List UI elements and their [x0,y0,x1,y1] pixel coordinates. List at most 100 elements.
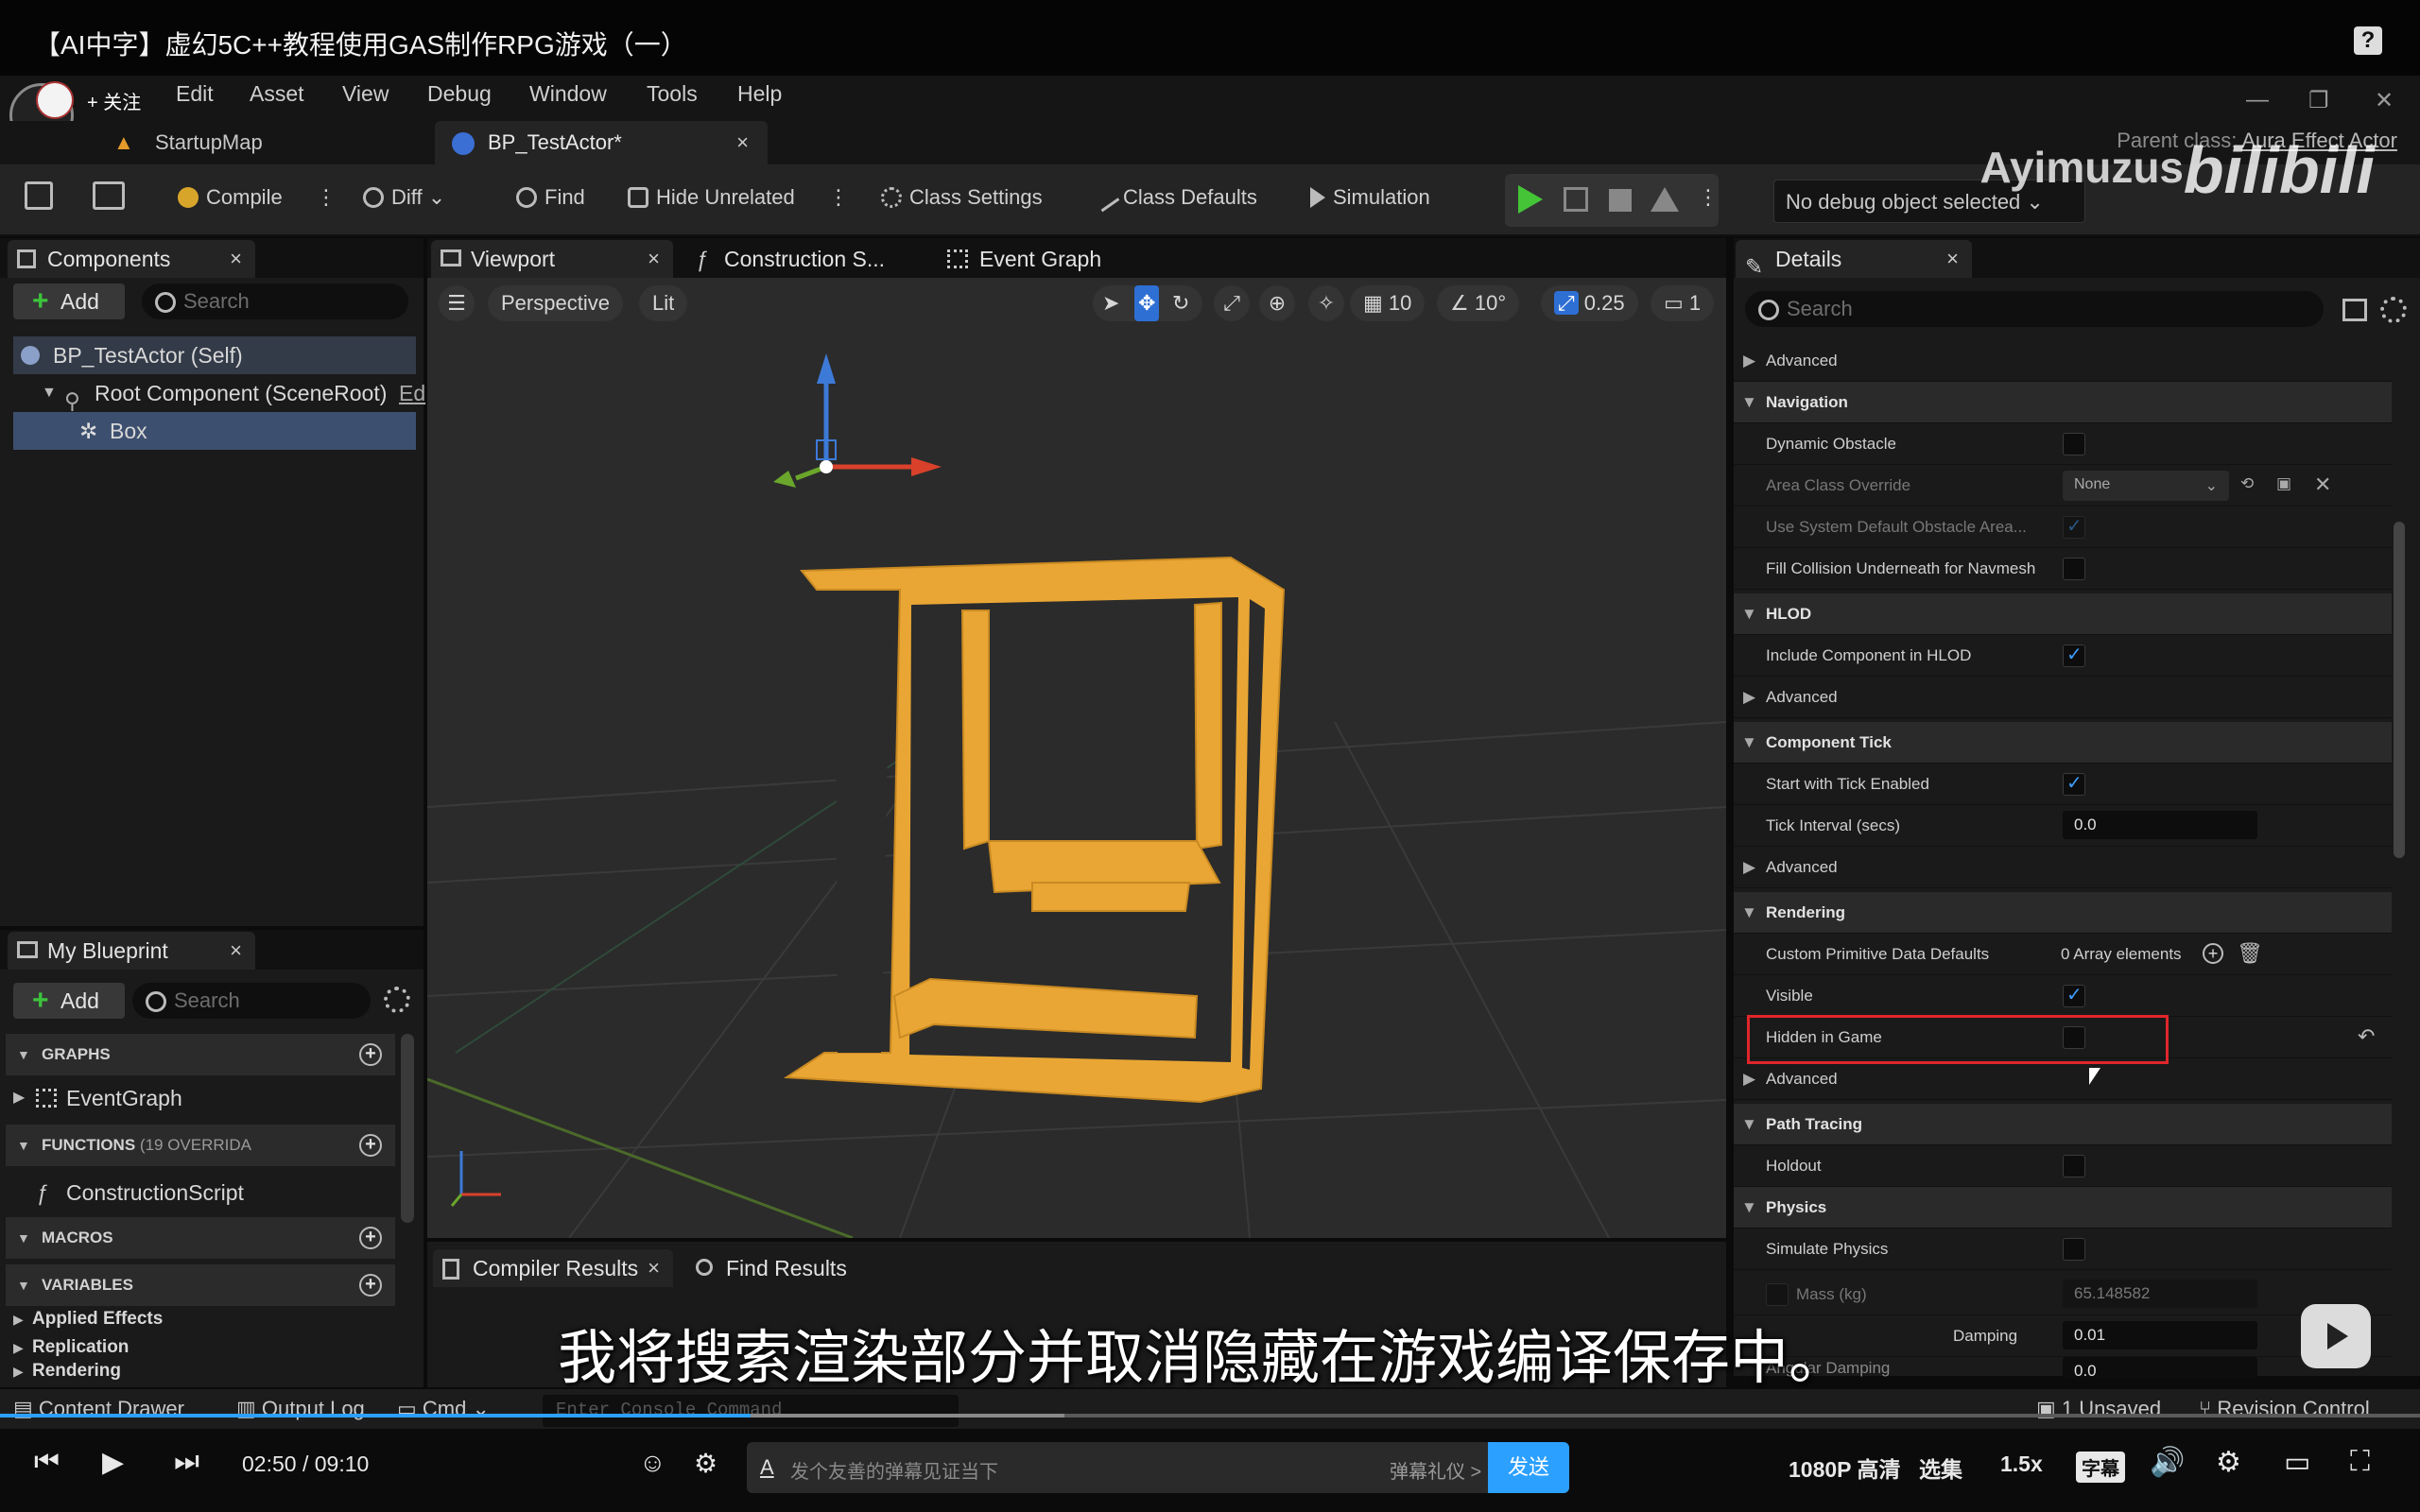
previous-icon[interactable]: ⏮ [34,1446,60,1478]
add-graph-icon[interactable]: + [359,1043,382,1066]
add-function-icon[interactable]: + [359,1134,382,1157]
add-member-button[interactable]: Add [13,983,125,1019]
fullscreen-icon[interactable]: ⛶ [2350,1446,2370,1478]
section-variables[interactable]: VARIABLES + [6,1264,395,1306]
add-element-icon[interactable]: + [2203,943,2223,964]
details-row-advanced-3[interactable]: ▶ Advanced [1734,847,2392,888]
danmaku-input[interactable]: A 发个友善的弹幕见证当下 弹幕礼仪 > [747,1442,1569,1493]
expand-icon[interactable]: ▶ [13,1361,24,1382]
list-item-event-graph[interactable]: ▶ EventGraph [13,1079,391,1117]
revision-control-button[interactable]: ⑂ Revision Control [2199,1397,2370,1421]
holdout-checkbox[interactable] [2063,1155,2085,1177]
dynamic-obstacle-checkbox[interactable] [2063,433,2085,455]
step-icon[interactable] [1564,187,1588,212]
expand-icon[interactable]: ▶ [1743,1070,1755,1089]
console-command-input[interactable]: Enter Console Command [543,1395,959,1427]
close-tab-icon[interactable]: × [736,121,749,164]
folder-icon[interactable]: ▣ [2276,474,2291,493]
damping-input[interactable]: 0.01 [2063,1321,2257,1349]
variable-category-rendering[interactable]: ▶ Rendering [13,1361,391,1382]
select-icon[interactable]: ➤ [1102,285,1119,321]
lit-button[interactable]: Lit [639,285,688,321]
collapse-icon[interactable]: ▼ [1741,393,1757,412]
simulation-button[interactable]: Simulation [1310,185,1430,210]
progress-played[interactable] [0,1414,751,1418]
help-icon[interactable]: ? [2354,26,2382,55]
quality-button[interactable]: 1080P 高清 [1789,1452,1900,1484]
close-tab-icon[interactable]: × [648,1249,660,1287]
add-macro-icon[interactable]: + [359,1227,382,1249]
tab-compiler-results[interactable]: Compiler Results × [433,1249,673,1287]
tab-details[interactable]: ✎ Details × [1736,240,1972,279]
settings-gear-icon[interactable] [384,987,410,1013]
class-defaults-button[interactable]: Class Defaults [1090,182,1257,213]
my-blueprint-search-input[interactable]: Search [132,983,371,1019]
collapse-icon[interactable]: ▼ [1741,1198,1757,1217]
menu-help[interactable]: Help [737,81,782,107]
components-search-input[interactable]: Search [142,284,408,319]
menu-view[interactable]: View [342,81,389,107]
tab-construction-script[interactable]: ƒ Construction S... [684,240,911,278]
details-row-advanced[interactable]: ▶ Advanced [1734,340,2392,382]
perspective-button[interactable]: Perspective [488,285,623,321]
stop-icon[interactable] [1609,189,1632,212]
angle-snap-button[interactable]: ∠ 10° [1437,285,1520,321]
viewport-menu-icon[interactable]: ☰ [439,285,475,321]
world-local-icon[interactable]: ⊕ [1259,285,1295,321]
danmaku-toggle-icon[interactable]: ☺ [639,1448,666,1478]
menu-window[interactable]: Window [529,81,607,107]
danmaku-style-icon[interactable]: A [760,1455,774,1480]
details-row-advanced-4[interactable]: ▶ Advanced [1734,1058,2392,1100]
tick-interval-input[interactable]: 0.0 [2063,811,2257,839]
tab-startup-map[interactable]: ▲ StartupMap [113,121,397,164]
browse-to-asset-icon[interactable]: ⟲ [2240,474,2254,493]
collapse-icon[interactable]: ▼ [1741,903,1757,922]
cmd-select[interactable]: ▭ Cmd ⌄ [397,1397,490,1421]
diff-button[interactable]: Diff ⌄ [363,185,445,210]
tree-row-root[interactable]: ▼ ⚲ Root Component (SceneRoot) Ed [13,374,425,413]
restore-icon[interactable]: ❐ [2308,87,2329,114]
expand-icon[interactable]: ▶ [13,1332,24,1363]
details-scrollbar[interactable] [2394,522,2405,858]
expand-icon[interactable]: ▶ [1743,688,1755,707]
play-icon[interactable] [1518,185,1543,214]
collapse-icon[interactable]: ▼ [1741,1115,1757,1134]
fill-collision-checkbox[interactable] [2063,558,2085,580]
browse-icon[interactable] [93,181,125,210]
details-row-advanced-2[interactable]: ▶ Advanced [1734,677,2392,718]
tab-components[interactable]: Components × [8,240,255,278]
danmaku-etiquette-link[interactable]: 弹幕礼仪 > [1390,1456,1481,1484]
x-axis-arrow[interactable] [911,457,942,476]
close-panel-icon[interactable]: × [1946,240,1959,278]
expand-icon[interactable]: ▶ [1743,352,1755,370]
menu-edit[interactable]: Edit [176,81,214,107]
use-system-default-checkbox[interactable] [2063,514,2085,539]
follow-button[interactable]: + 关注 [87,87,141,114]
tab-event-graph[interactable]: Event Graph [940,240,1167,278]
expand-icon[interactable]: ▶ [1743,858,1755,877]
expand-icon[interactable]: ▼ [42,374,57,412]
content-drawer-button[interactable]: ▤ Content Drawer [13,1397,184,1421]
surface-snap-icon[interactable]: ✧ [1308,285,1344,321]
danmaku-settings-icon[interactable]: ⚙ [694,1448,717,1479]
tree-row-self[interactable]: BP_TestActor (Self) [13,336,416,374]
mass-input[interactable]: 65.148582 [2063,1280,2257,1308]
details-section-navigation[interactable]: ▼ Navigation [1734,382,2392,423]
list-item-construction-script[interactable]: ƒ ConstructionScript [13,1174,391,1211]
simulate-physics-checkbox[interactable] [2063,1238,2085,1261]
episodes-button[interactable]: 选集 [1919,1452,1962,1484]
y-axis-arrow[interactable] [773,471,796,488]
close-tab-icon[interactable]: × [648,240,660,278]
hide-unrelated-button[interactable]: Hide Unrelated [628,185,795,210]
clear-icon[interactable]: ✕ [2314,472,2331,497]
compile-button[interactable]: Compile [178,185,283,210]
details-section-rendering[interactable]: ▼ Rendering [1734,892,2392,934]
save-icon[interactable] [25,181,53,210]
grid-snap-button[interactable]: ▦ 10 [1350,285,1426,321]
start-tick-checkbox[interactable] [2063,771,2085,796]
settings-icon[interactable]: ⚙ [2216,1446,2241,1479]
menu-tools[interactable]: Tools [647,81,698,107]
scale-snap-button[interactable]: ⤢ 0.25 [1541,285,1638,321]
volume-icon[interactable]: 🔊 [2150,1446,2185,1479]
variable-category-replication[interactable]: ▶ Replication [13,1332,391,1363]
